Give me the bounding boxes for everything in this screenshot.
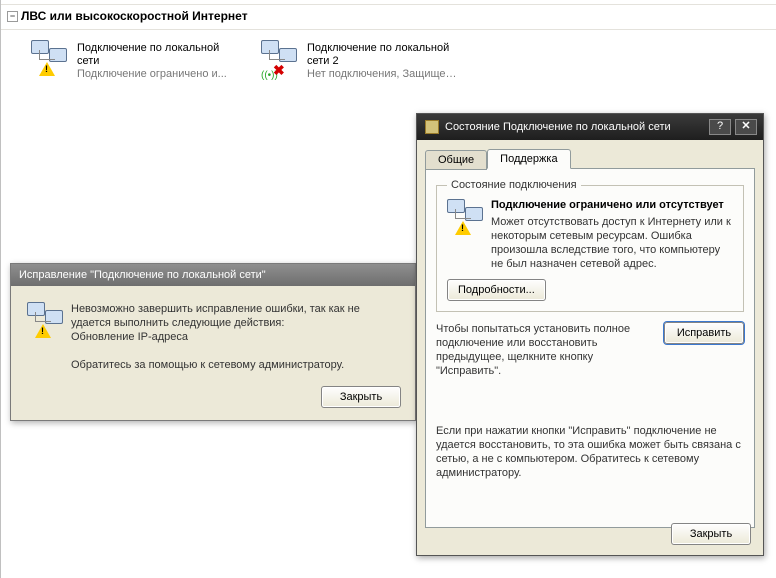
connection-item[interactable]: ((•)) ✖ Подключение по локальной сети 2 … [261, 40, 471, 81]
details-button[interactable]: Подробности... [447, 279, 546, 301]
network-icon: ((•)) ✖ [261, 40, 301, 80]
repair-dialog-title: Исправление "Подключение по локальной се… [11, 264, 415, 286]
connections-row: Подключение по локальной сети Подключени… [1, 38, 776, 81]
tab-strip: Общие Поддержка [425, 148, 755, 168]
tab-panel-support: Состояние подключения Подключение ограни… [425, 168, 755, 528]
close-button[interactable]: Закрыть [671, 523, 751, 545]
warning-badge-icon [455, 221, 471, 235]
warning-badge-icon [39, 62, 55, 76]
connection-state-group: Состояние подключения Подключение ограни… [436, 179, 744, 312]
status-group-icon [447, 199, 483, 239]
repair-message-line: Обратитесь за помощью к сетевому админис… [71, 358, 399, 372]
close-icon[interactable]: ✕ [735, 119, 757, 135]
status-titlebar: Состояние Подключение по локальной сети … [417, 114, 763, 140]
section-title: ЛВС или высокоскоростной Интернет [21, 9, 248, 23]
group-header: Подключение ограничено или отсутствует [491, 199, 733, 211]
group-legend: Состояние подключения [447, 179, 581, 191]
repair-message-line: Обновление IP-адреса [71, 330, 399, 344]
tab-support[interactable]: Поддержка [487, 149, 570, 169]
connection-status: Нет подключения, Защище… [307, 68, 471, 81]
network-icon [31, 40, 71, 80]
close-button[interactable]: Закрыть [321, 386, 401, 408]
fix-text: Чтобы попытаться установить полное подкл… [436, 322, 664, 378]
help-button[interactable]: ? [709, 119, 731, 135]
window-icon [425, 120, 439, 134]
connection-item[interactable]: Подключение по локальной сети Подключени… [31, 40, 241, 81]
connection-name: Подключение по локальной сети [77, 42, 241, 68]
admin-note: Если при нажатии кнопки "Исправить" подк… [436, 424, 744, 480]
repair-button[interactable]: Исправить [664, 322, 744, 344]
repair-dialog-icon [27, 302, 71, 344]
status-dialog-title: Состояние Подключение по локальной сети [445, 121, 671, 133]
group-description: Может отсутствовать доступ к Интернету и… [491, 215, 733, 271]
connection-status: Подключение ограничено и... [77, 68, 241, 81]
error-badge-icon: ✖ [273, 62, 285, 79]
warning-badge-icon [35, 324, 51, 338]
repair-message-line: Невозможно завершить исправление ошибки,… [71, 302, 399, 330]
tab-general[interactable]: Общие [425, 150, 487, 170]
section-toggle-icon[interactable]: − [7, 11, 18, 22]
section-header: − ЛВС или высокоскоростной Интернет [1, 4, 776, 30]
repair-dialog: Исправление "Подключение по локальной се… [10, 263, 416, 421]
connection-name: Подключение по локальной сети 2 [307, 42, 471, 68]
status-dialog: Состояние Подключение по локальной сети … [416, 113, 764, 556]
